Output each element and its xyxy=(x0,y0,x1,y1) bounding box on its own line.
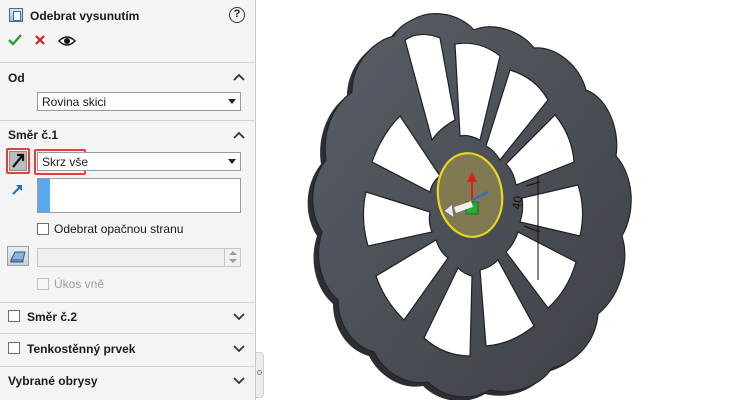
close-icon xyxy=(35,35,45,45)
section-thin-feature-title[interactable]: Tenkostěnný prvek xyxy=(27,342,135,356)
feature-title: Odebrat vysunutím xyxy=(30,9,140,23)
thin-feature-checkbox[interactable] xyxy=(8,342,20,354)
separator xyxy=(0,62,256,63)
chevron-down-icon xyxy=(228,99,236,104)
direction-reference-selection-box[interactable] xyxy=(37,178,241,213)
extruded-cut-feature-icon xyxy=(9,8,23,22)
help-icon[interactable]: ? xyxy=(229,7,245,23)
separator xyxy=(0,333,256,334)
section-from-title[interactable]: Od xyxy=(8,71,25,85)
draft-outward-label: Úkos vně xyxy=(54,277,105,291)
dimension-value: 40 xyxy=(509,195,525,211)
eye-icon xyxy=(58,36,76,46)
preview-button[interactable] xyxy=(58,34,76,48)
reverse-direction-icon xyxy=(12,153,25,168)
cancel-button[interactable] xyxy=(34,33,46,51)
property-manager-panel: Odebrat vysunutím ? Od Rovina skici Směr… xyxy=(0,0,256,400)
draft-toggle-button[interactable] xyxy=(7,246,29,266)
start-condition-select[interactable]: Rovina skici xyxy=(37,92,241,111)
check-icon xyxy=(8,34,22,46)
draft-outward-checkbox[interactable] xyxy=(37,278,49,290)
end-condition-value: Skrz vše xyxy=(42,155,89,169)
flip-side-checkbox[interactable] xyxy=(37,223,49,235)
draft-icon xyxy=(10,251,26,263)
section-selected-contours-title[interactable]: Vybrané obrysy xyxy=(8,374,98,388)
wheel-part-model[interactable]: 40 xyxy=(265,0,750,400)
draft-angle-spinner[interactable] xyxy=(224,249,240,266)
direction2-checkbox[interactable] xyxy=(8,310,20,322)
selection-focus-bar xyxy=(38,179,50,212)
section-direction2-title[interactable]: Směr č.2 xyxy=(27,310,77,324)
draft-angle-input[interactable] xyxy=(37,248,241,267)
start-condition-value: Rovina skici xyxy=(42,95,107,109)
chevron-down-icon[interactable] xyxy=(233,311,245,321)
spin-down-icon xyxy=(229,259,237,263)
flip-side-label: Odebrat opačnou stranu xyxy=(54,222,184,236)
graphics-viewport[interactable]: 40 xyxy=(265,0,750,400)
chevron-down-icon[interactable] xyxy=(233,343,245,353)
panel-splitter[interactable] xyxy=(256,0,264,400)
chevron-up-icon[interactable] xyxy=(233,72,245,82)
end-condition-select[interactable]: Skrz vše xyxy=(37,152,241,171)
separator xyxy=(0,302,256,303)
separator xyxy=(0,366,256,367)
chevron-up-icon[interactable] xyxy=(233,130,245,140)
feature-header: Odebrat vysunutím ? xyxy=(0,0,256,60)
chevron-down-icon xyxy=(228,159,236,164)
direction-arrow-icon xyxy=(12,185,22,195)
chevron-down-icon[interactable] xyxy=(233,375,245,385)
collapse-handle-icon xyxy=(257,370,262,375)
ok-button[interactable] xyxy=(8,33,22,52)
spin-up-icon xyxy=(229,251,237,255)
reverse-direction-button[interactable] xyxy=(9,151,27,171)
section-direction1-title[interactable]: Směr č.1 xyxy=(8,128,58,142)
separator xyxy=(0,120,256,121)
panel-collapse-handle[interactable] xyxy=(256,352,264,398)
